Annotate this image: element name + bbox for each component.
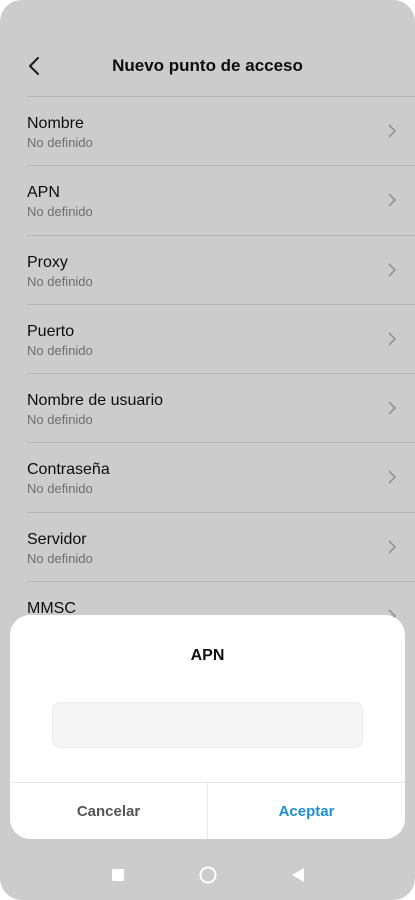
dialog-title: APN [190,647,225,664]
phone-screen: 10:00 100 Nuevo punto de acceso Nombre N… [0,0,415,900]
square-icon [111,869,124,881]
circle-icon [199,866,216,884]
cancel-button[interactable]: Cancelar [10,783,208,839]
dialog-actions: Cancelar Aceptar [10,782,405,839]
navigation-bar [0,850,415,900]
apn-dialog: APN Cancelar Aceptar [10,615,405,839]
back-nav-button[interactable] [288,865,308,885]
accept-button[interactable]: Aceptar [208,783,405,839]
recents-button[interactable] [108,865,128,885]
apn-input[interactable] [52,702,363,748]
triangle-left-icon [291,868,304,882]
home-button[interactable] [198,865,218,885]
